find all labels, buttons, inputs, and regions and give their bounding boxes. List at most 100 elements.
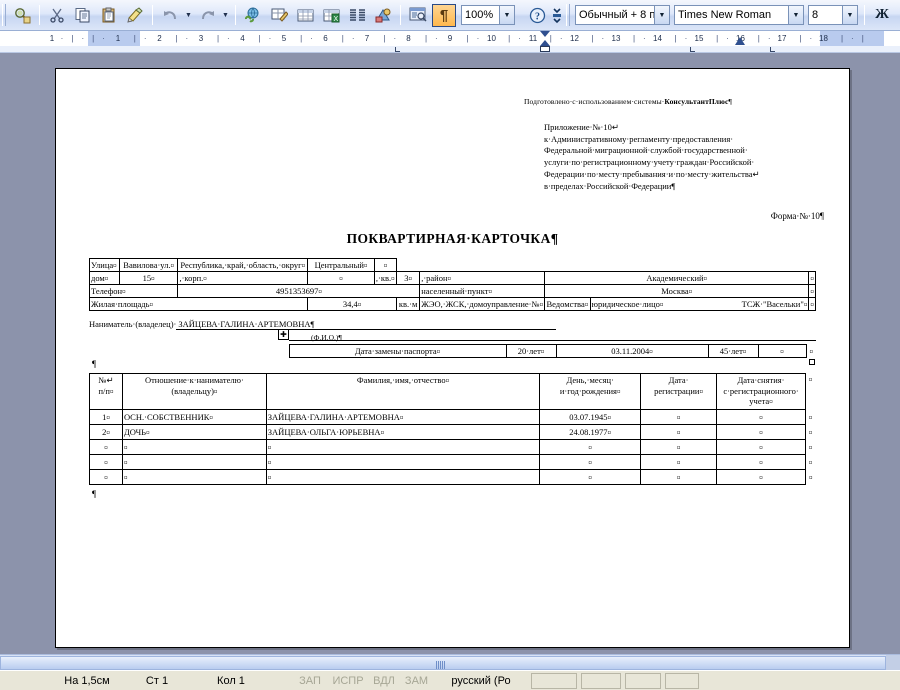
status-column[interactable]: Кол 1 — [188, 673, 274, 689]
cell-area-label[interactable]: Жилая·площадь¤ — [88, 297, 309, 311]
cell-sqm-label[interactable]: кв.·м — [395, 297, 421, 311]
cut-icon[interactable] — [45, 4, 69, 27]
left-indent-marker[interactable] — [540, 46, 550, 52]
font-size-dropdown-arrow[interactable]: ▼ — [842, 6, 857, 24]
cell-birthdate[interactable]: ¤ — [539, 438, 642, 455]
cell-deregistration[interactable]: ¤ — [716, 408, 806, 425]
header-registration-date[interactable]: Дата· регистрации¤ — [640, 373, 718, 410]
style-dropdown-arrow[interactable]: ▼ — [654, 6, 669, 24]
first-line-indent-marker[interactable] — [540, 31, 550, 37]
table-row[interactable]: Жилая·площадь¤ 34,4¤ кв.·м ЖЭО,·ЖСК,·дом… — [88, 297, 816, 311]
cell-passport-date[interactable]: 03.11.2004¤ — [555, 344, 709, 358]
cell-fio[interactable]: ЗАЙЦЕВА·ГАЛИНА·АРТЕМОВНА¤ — [265, 408, 541, 425]
cell-registration[interactable]: ¤ — [640, 453, 718, 470]
cell-endmark[interactable]: ¤ — [805, 424, 815, 439]
cell-endmark[interactable]: ¤ — [808, 297, 816, 311]
redo-dropdown-arrow[interactable]: ▼ — [220, 4, 231, 27]
toolbar-grip[interactable] — [2, 4, 6, 26]
cell-region-label[interactable]: Республика,·край,·область,·округ¤ — [177, 258, 309, 272]
italic-icon[interactable]: К — [896, 4, 900, 27]
cell-row-number[interactable]: ¤ — [89, 453, 123, 470]
header-deregistration-date[interactable]: Дата·снятия· с·регистрационного· учета¤ — [716, 373, 806, 410]
status-spellcheck-box[interactable] — [531, 672, 577, 689]
header-fio[interactable]: Фамилия,·имя,·отчество¤ — [265, 373, 541, 410]
style-combo[interactable]: Обычный + 8 пт ▼ — [575, 5, 670, 25]
status-extra-box-1[interactable] — [625, 672, 661, 689]
tenant-line[interactable]: Наниматель·(владелец)· ЗАЙЦЕВА·ГАЛИНА·АРТ… — [89, 319, 816, 330]
cell-relation[interactable]: ¤ — [121, 438, 267, 455]
cell-birthdate[interactable]: 24.08.1977¤ — [539, 423, 642, 440]
cell-fio[interactable]: ¤ — [265, 453, 541, 470]
cell-fio[interactable]: ЗАЙЦЕВА·ОЛЬГА·ЮРЬЕВНА¤ — [265, 423, 541, 440]
cell-relation[interactable]: ОСН.·СОБСТВЕННИК¤ — [121, 408, 267, 425]
table-row[interactable]: ¤ ¤ ¤ ¤ ¤ ¤ ¤ — [89, 453, 816, 470]
insert-excel-table-icon[interactable]: X — [319, 4, 343, 27]
cell-row-number[interactable]: ¤ — [89, 468, 123, 485]
header-number[interactable]: №↵ п/п¤ — [89, 373, 123, 410]
cell-locality-value[interactable]: Москва¤ — [544, 284, 810, 298]
horizontal-ruler[interactable]: 1 1 2 3 4 5 6 7 8 9 10 11 12 13 14 15 16 17 18 · | · | · | · | · | · |… — [0, 31, 900, 53]
insert-hyperlink-icon[interactable] — [241, 4, 265, 27]
cell-endmark[interactable]: ¤ — [806, 345, 816, 358]
cell-district-value[interactable]: Академический¤ — [544, 271, 810, 285]
ruler-tabstop[interactable] — [395, 47, 400, 52]
cell-flat-value[interactable]: 3¤ — [395, 271, 421, 285]
cell-endmark[interactable]: ¤ — [808, 271, 816, 285]
cell-endmark[interactable]: ¤ — [805, 454, 815, 469]
cell-birthdate[interactable]: 03.07.1945¤ — [539, 408, 642, 425]
toolbar-overflow-button[interactable] — [551, 4, 563, 27]
undo-dropdown-arrow[interactable]: ▼ — [183, 4, 194, 27]
cell-legal-combined[interactable]: юридическое·лицо¤ ТСЖ·"Васельки"¤ — [589, 297, 810, 311]
horizontal-scrollbar-thumb[interactable] — [0, 656, 886, 670]
cell-passport-label[interactable]: Дата·замены·паспорта¤ — [288, 344, 507, 358]
table-move-handle[interactable]: ✚ — [278, 329, 289, 340]
document-canvas[interactable]: Подготовлено·с·использованием·системы·Ко… — [0, 53, 900, 654]
cell-relation[interactable]: ДОЧЬ¤ — [121, 423, 267, 440]
cell-district-label[interactable]: ,·район¤ — [419, 271, 546, 285]
print-preview-icon[interactable] — [10, 4, 34, 27]
table-resize-handle[interactable] — [809, 359, 815, 365]
cell-endmark[interactable]: ¤ — [808, 284, 816, 298]
table-row[interactable]: дом¤ 15¤ ,·корп.¤ ¤ ,·кв.¤ 3¤ ,·район¤ А… — [89, 271, 816, 285]
status-track-changes[interactable]: ИСПР — [328, 673, 368, 689]
passport-replacement-table[interactable]: Дата·замены·паспорта¤ 20·лет¤ 03.11.2004… — [89, 344, 816, 358]
cell-deregistration[interactable]: ¤ — [716, 453, 806, 470]
draw-table-icon[interactable] — [267, 4, 291, 27]
status-extra-box-2[interactable] — [665, 672, 699, 689]
cell-building-label[interactable]: ,·корп.¤ — [177, 271, 309, 285]
tenant-name[interactable]: ЗАЙЦЕВА·ГАЛИНА·АРТЕМОВНА¶ — [176, 319, 557, 330]
cell-birthdate[interactable]: ¤ — [539, 453, 642, 470]
document-page[interactable]: Подготовлено·с·использованием·системы·Ко… — [55, 68, 850, 648]
table-header-row[interactable]: №↵ п/п¤ Отношение·к·нанимателю· (владель… — [89, 373, 816, 410]
cell-house-value[interactable]: 15¤ — [118, 271, 179, 285]
bold-icon[interactable]: Ж — [870, 4, 894, 27]
header-relation[interactable]: Отношение·к·нанимателю· (владельцу)¤ — [121, 373, 267, 410]
zoom-dropdown-arrow[interactable]: ▼ — [499, 6, 514, 24]
cell-endmark[interactable]: ¤ — [805, 439, 815, 454]
font-size-combo[interactable]: 8 ▼ — [808, 5, 858, 25]
cell-deregistration[interactable]: ¤ — [716, 438, 806, 455]
cell-street-label[interactable]: Улица¤ — [89, 258, 120, 272]
horizontal-scrollbar[interactable] — [0, 654, 900, 671]
undo-icon[interactable] — [158, 4, 182, 27]
cell-org-label[interactable]: ЖЭО,·ЖСК,·домоуправление·№¤ — [419, 297, 546, 311]
paste-icon[interactable] — [97, 4, 121, 27]
table-row[interactable]: ¤ ¤ ¤ ¤ ¤ ¤ ¤ — [89, 468, 816, 485]
cell-row-number[interactable]: 1¤ — [89, 408, 123, 425]
cell-region-value[interactable]: Центральный¤ — [307, 258, 375, 272]
residents-table[interactable]: №↵ п/п¤ Отношение·к·нанимателю· (владель… — [89, 373, 816, 485]
table-row[interactable]: 2¤ ДОЧЬ¤ ЗАЙЦЕВА·ОЛЬГА·ЮРЬЕВНА¤ 24.08.19… — [89, 423, 816, 440]
cell-flat-label[interactable]: ,·кв.¤ — [373, 271, 397, 285]
right-indent-marker[interactable] — [735, 37, 745, 45]
cell-relation[interactable]: ¤ — [121, 468, 267, 485]
status-overtype[interactable]: ЗАМ — [400, 673, 433, 689]
cell-passport-blank[interactable]: ¤ — [757, 344, 807, 358]
cell-fio[interactable]: ¤ — [265, 468, 541, 485]
cell-phone-value[interactable]: 4951353697¤ — [177, 284, 421, 298]
table-row[interactable]: Улица¤ Вавилова·ул.¤ Республика,·край,·о… — [89, 258, 816, 272]
cell-house-label[interactable]: дом¤ — [89, 271, 120, 285]
cell-deregistration[interactable]: ¤ — [716, 468, 806, 485]
font-dropdown-arrow[interactable]: ▼ — [788, 6, 803, 24]
cell-registration[interactable]: ¤ — [640, 438, 718, 455]
cell-relation[interactable]: ¤ — [121, 453, 267, 470]
